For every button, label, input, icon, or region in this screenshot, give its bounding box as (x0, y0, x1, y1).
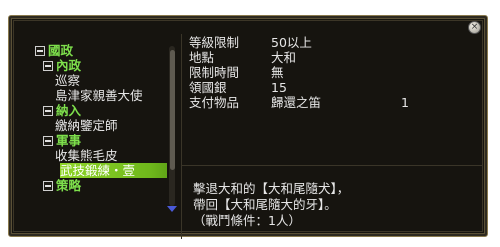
detail-value: 大和 (271, 50, 297, 65)
collapse-icon[interactable] (43, 105, 53, 116)
collapse-icon[interactable] (35, 45, 45, 56)
tree-item-appraiser[interactable]: 繳納鑒定師 (55, 118, 118, 133)
tree-category-payment[interactable]: 納入 (43, 103, 81, 118)
quest-window: × 國政 內政 巡察 島津家親善大使 納入 繳納鑒定師 軍事 收集熊毛皮 武技鍛… (8, 15, 488, 239)
tree-item-martial-training[interactable]: 武技鍛練・壹 (60, 163, 167, 178)
detail-key: 領國銀 (189, 80, 227, 95)
detail-key: 地點 (189, 50, 215, 65)
tree-label: 內政 (56, 58, 82, 73)
detail-key: 等級限制 (189, 35, 240, 50)
tree-label: 國政 (48, 43, 74, 58)
tree-label: 收集熊毛皮 (55, 148, 118, 163)
detail-value: 無 (271, 65, 284, 80)
tree-item-patrol[interactable]: 巡察 (55, 73, 80, 88)
tree-category-national-affairs[interactable]: 國政 (35, 43, 73, 58)
tree-label: 策略 (56, 178, 82, 193)
panel-divider-horizontal (181, 165, 483, 166)
collapse-icon[interactable] (43, 180, 53, 191)
detail-value: 歸還之笛 (271, 95, 322, 110)
tree-category-strategy[interactable]: 策略 (43, 178, 81, 193)
detail-quantity: 1 (401, 95, 409, 110)
tree-category-military[interactable]: 軍事 (43, 133, 81, 148)
panel-divider-vertical (181, 34, 182, 239)
quest-tree: 國政 內政 巡察 島津家親善大使 納入 繳納鑒定師 軍事 收集熊毛皮 武技鍛練・… (35, 43, 167, 218)
detail-key: 限制時間 (189, 65, 240, 80)
tree-label: 軍事 (56, 133, 82, 148)
tree-category-internal-affairs[interactable]: 內政 (43, 58, 81, 73)
scroll-thumb[interactable] (170, 50, 175, 170)
description-line: 擊退大和的【大和尾隨犬】， (193, 181, 350, 196)
collapse-icon[interactable] (43, 135, 53, 146)
tree-item-bear-pelts[interactable]: 收集熊毛皮 (55, 148, 118, 163)
collapse-icon[interactable] (43, 60, 53, 71)
detail-key: 支付物品 (189, 95, 240, 110)
quest-description: 擊退大和的【大和尾隨犬】， 帶回【大和尾隨大的牙】。 （戰鬥條件：1人） (193, 181, 349, 229)
tree-label: 巡察 (55, 73, 81, 88)
tree-label: 繳納鑒定師 (55, 118, 118, 133)
scroll-down-icon[interactable] (167, 206, 177, 212)
detail-value: 50以上 (271, 35, 312, 50)
description-line: （戰鬥條件：1人） (193, 213, 301, 228)
tree-label: 納入 (56, 103, 82, 118)
tree-label: 島津家親善大使 (55, 88, 143, 103)
detail-value: 15 (271, 80, 287, 95)
description-line: 帶回【大和尾隨大的牙】。 (193, 197, 337, 212)
tree-label: 武技鍛練・壹 (60, 163, 136, 178)
close-icon[interactable]: × (468, 21, 481, 34)
tree-item-shimazu-envoy[interactable]: 島津家親善大使 (55, 88, 143, 103)
